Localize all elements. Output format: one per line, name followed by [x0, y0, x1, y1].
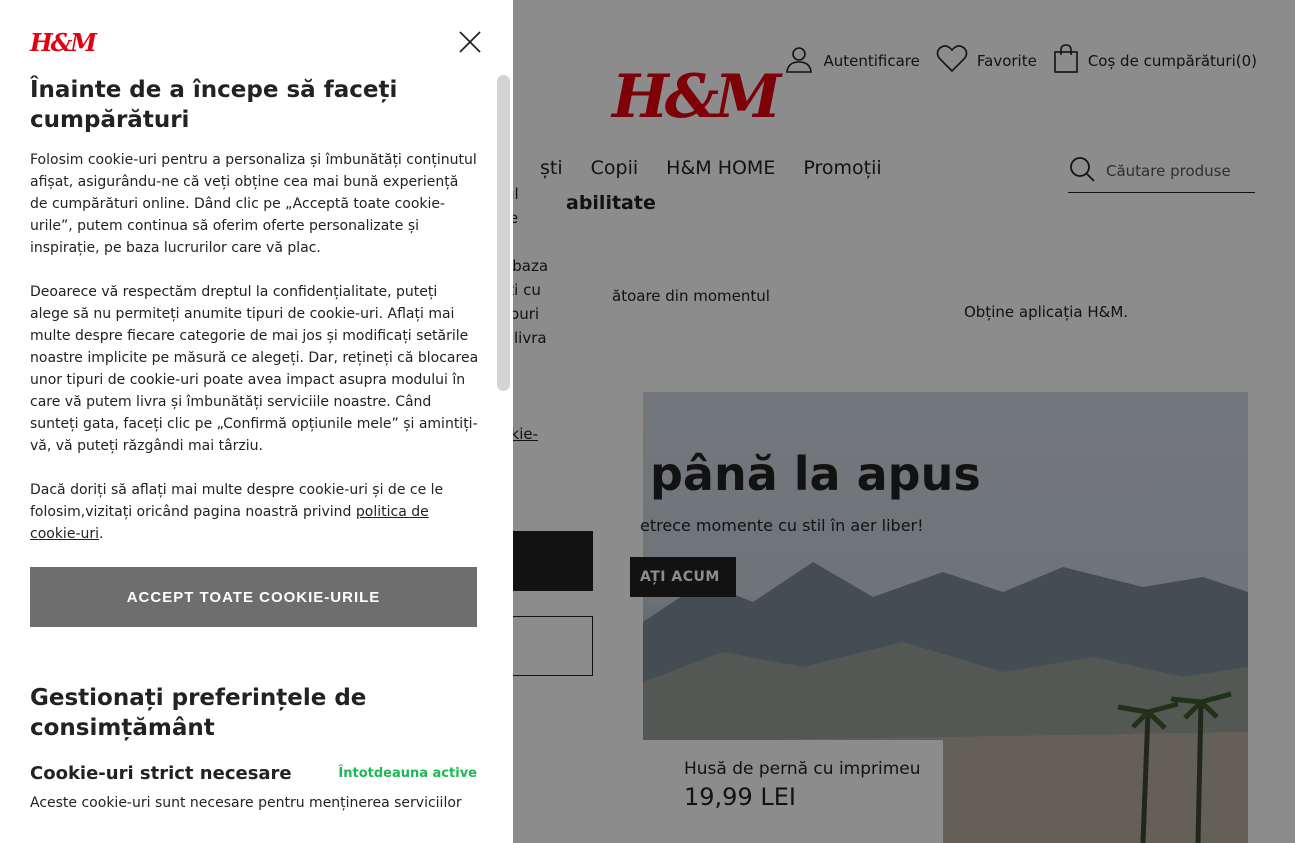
- manage-preferences-title: Gestionați preferințele de consimțământ: [30, 685, 367, 741]
- accept-all-cookies-button[interactable]: ACCEPT TOATE COOKIE-URILE: [30, 567, 477, 627]
- dialog-title: Înainte de a începe să faceți cumpărătur…: [30, 77, 398, 133]
- privacy-paragraph: Deoarece vă respectăm dreptul la confide…: [30, 284, 479, 454]
- hm-logo-small: H&M: [30, 28, 97, 57]
- category-title: Cookie-uri strict necesare: [30, 763, 292, 784]
- cookie-dialog-content: Înainte de a începe să faceți cumpărătur…: [30, 75, 480, 814]
- cookie-consent-dialog: H&M Înainte de a începe să faceți cumpăr…: [0, 0, 513, 843]
- category-status-badge: Întotdeauna active: [338, 766, 477, 781]
- close-icon: [459, 31, 481, 53]
- close-button[interactable]: [456, 28, 484, 56]
- cookie-policy-paragraph: Dacă doriți să aflați mai multe despre c…: [30, 482, 444, 542]
- category-description: Aceste cookie-uri sunt necesare pentru m…: [30, 795, 462, 811]
- scrollbar-thumb[interactable]: [497, 75, 510, 391]
- intro-paragraph: Folosim cookie-uri pentru a personaliza …: [30, 152, 477, 256]
- cookie-category-strict: Cookie-uri strict necesare Întotdeauna a…: [30, 763, 477, 784]
